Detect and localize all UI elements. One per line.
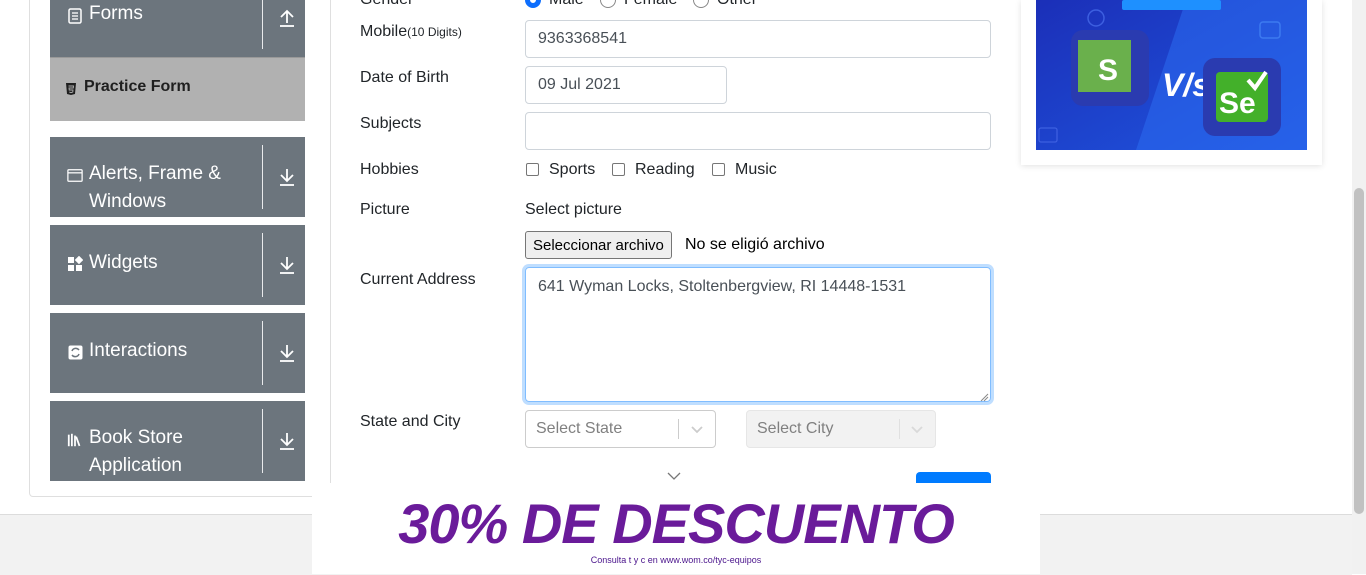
sidebar-group-forms[interactable]: Forms [50,0,305,57]
dob-input[interactable]: 09 Jul 2021 [525,66,727,104]
mobile-label: Mobile(10 Digits) [360,23,462,41]
state-select[interactable]: Select State [525,410,716,448]
sidebar-item-practice-form[interactable]: Practice Form [50,57,305,121]
gender-label: Gender [360,0,413,9]
hobby-reading-label[interactable]: Reading [635,161,695,179]
chevron-down-icon[interactable] [667,468,681,480]
sidebar-group-interactions[interactable]: Interactions [50,313,305,393]
hobby-music-checkbox[interactable] [712,163,725,176]
divider [262,409,263,473]
gender-male-label[interactable]: Male [549,0,584,9]
sidebar-group-label: Forms [89,3,143,24]
mobile-hint: (10 Digits) [407,25,462,39]
ad-headline: 30% DE DESCUENTO [398,492,955,555]
state-city-label: State and City [360,413,461,430]
ad-banner-right[interactable]: S V/s Se [1021,0,1322,165]
collapse-up-icon[interactable] [277,8,297,28]
expand-down-icon[interactable] [277,343,297,363]
sidebar-group-bookstore[interactable]: Book Store Application [50,401,305,481]
sidebar-group-label-line1: Alerts, Frame & [89,163,221,184]
books-icon [67,432,83,448]
choose-file-button[interactable]: Seleccionar archivo [525,231,672,259]
ad-image: S V/s Se [1036,0,1307,150]
expand-down-icon[interactable] [277,255,297,275]
divider [262,321,263,385]
gender-other-radio[interactable] [693,0,709,8]
divider [262,0,263,49]
gender-female-radio[interactable] [600,0,616,8]
document-icon [67,8,83,24]
svg-text:S: S [1098,54,1118,87]
expand-down-icon[interactable] [277,431,297,451]
file-status-text: No se eligió archivo [685,236,825,253]
city-select[interactable]: Select City [746,410,936,448]
subjects-input[interactable] [525,112,991,150]
svg-text:V/s: V/s [1162,67,1210,103]
hobby-sports-label[interactable]: Sports [549,161,595,179]
dob-label: Date of Birth [360,69,449,86]
city-placeholder: Select City [757,420,834,437]
sidebar-item-label: Practice Form [84,78,191,95]
sidebar-group-widgets[interactable]: Widgets [50,225,305,305]
resize-handle-icon[interactable] [979,389,989,402]
expand-down-icon[interactable] [277,167,297,187]
sidebar-group-label-line2: Application [89,455,182,476]
hobby-reading-checkbox[interactable] [612,163,625,176]
sidebar-group-label: Interactions [89,340,188,361]
divider [899,419,900,439]
gender-male-radio[interactable] [525,0,541,8]
sidebar-group-label-line2: Windows [89,191,167,212]
divider [262,233,263,297]
widgets-icon [67,256,83,272]
mobile-input[interactable]: 9363368541 [525,20,991,58]
chevron-down-icon [689,421,705,437]
gender-other-label[interactable]: Other [717,0,757,9]
select-picture-label: Select picture [525,201,622,218]
subjects-label: Subjects [360,115,422,132]
mobile-label-text: Mobile [360,23,408,40]
interactions-icon [67,344,83,360]
chevron-down-icon [909,421,925,437]
picture-label: Picture [360,201,410,218]
state-placeholder: Select State [536,420,623,437]
divider [678,419,679,439]
ad-banner-bottom[interactable]: 30% DE DESCUENTO Consulta t y c en www.w… [312,483,1040,574]
address-textarea[interactable]: 641 Wyman Locks, Stoltenbergview, RI 144… [525,267,991,402]
svg-text:Se: Se [1219,87,1256,120]
scrollbar-thumb[interactable] [1354,188,1364,514]
sidebar-group-alerts[interactable]: Alerts, Frame & Windows [50,137,305,217]
sidebar-group-label: Widgets [89,252,158,273]
ad-fineprint: Consulta t y c en www.wom.co/tyc-equipos [590,555,762,565]
html5-icon [65,82,77,101]
gender-female-label[interactable]: Female [624,0,677,9]
hobby-music-label[interactable]: Music [735,161,777,179]
divider [262,145,263,209]
address-label: Current Address [360,271,476,288]
hobbies-label: Hobbies [360,161,419,178]
sidebar-group-label-line1: Book Store [89,427,183,448]
hobby-sports-checkbox[interactable] [526,163,539,176]
window-icon [67,167,83,183]
